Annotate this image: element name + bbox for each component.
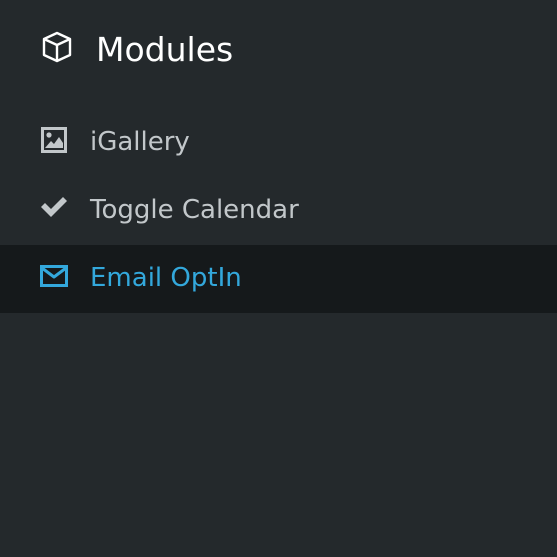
modules-header: Modules	[0, 0, 557, 100]
image-icon	[39, 125, 69, 155]
page-title: Modules	[96, 30, 234, 69]
menu-item-igallery[interactable]: iGallery	[0, 109, 557, 177]
envelope-icon	[39, 261, 69, 291]
menu-item-label: Toggle Calendar	[90, 195, 299, 225]
menu-item-toggle-calendar[interactable]: Toggle Calendar	[0, 177, 557, 245]
menu-item-label: iGallery	[90, 127, 190, 157]
menu-item-label: Email OptIn	[90, 263, 242, 293]
checkmark-icon	[39, 193, 69, 223]
menu-item-email-optin[interactable]: Email OptIn	[0, 245, 557, 313]
modules-menu: iGallery Toggle Calendar Email OptIn	[0, 109, 557, 313]
cube-icon	[40, 30, 74, 64]
modules-sidebar-panel: Modules iGallery Toggle Calendar Email O…	[0, 0, 557, 557]
